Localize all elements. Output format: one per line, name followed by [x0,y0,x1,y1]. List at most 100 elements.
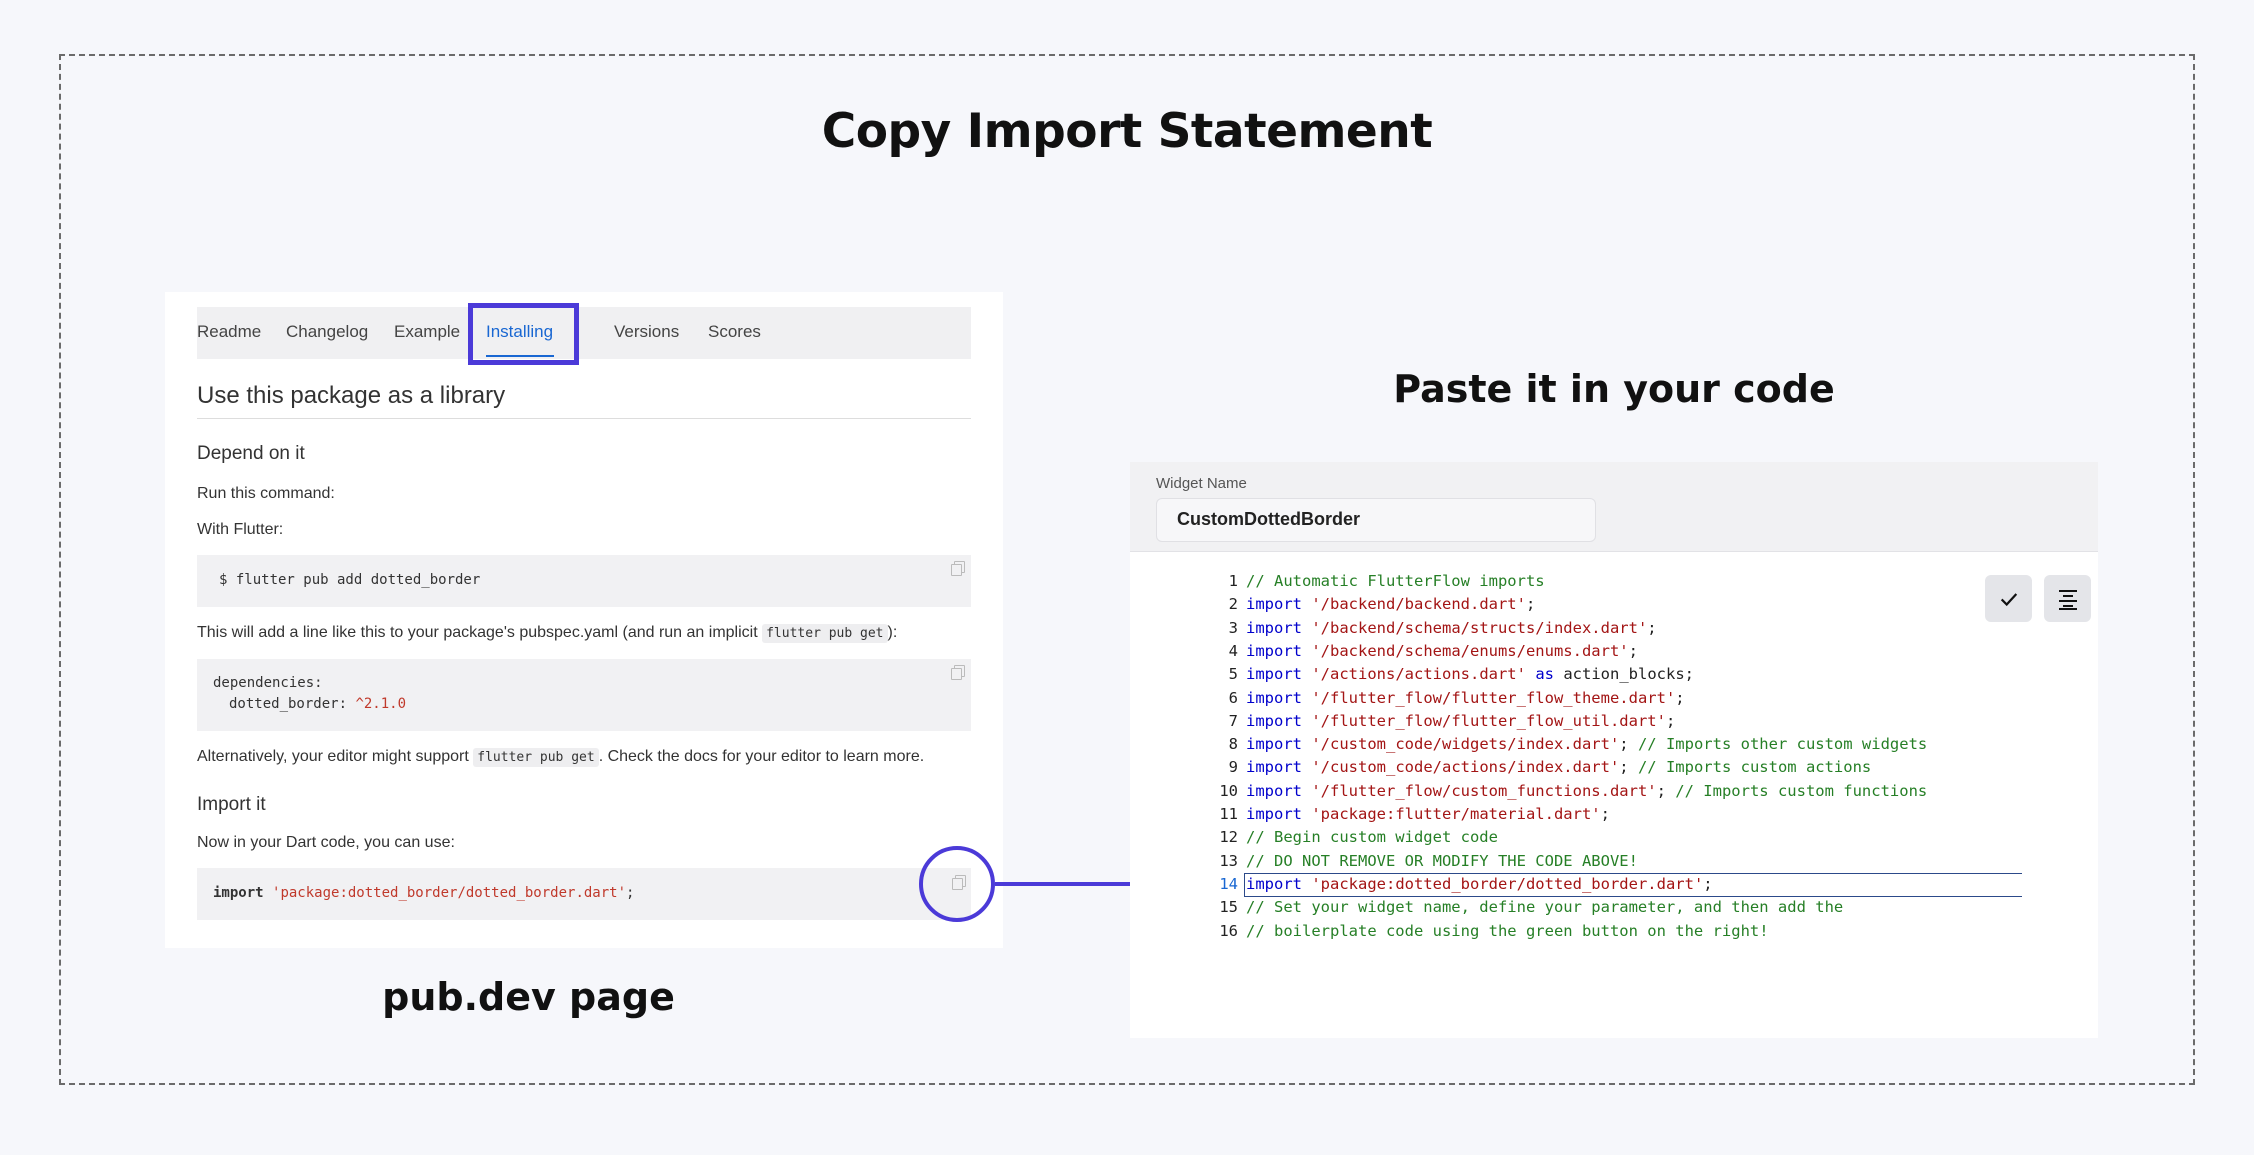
code-token: 'package:flutter/material.dart' [1311,805,1601,823]
pub-dev-caption: pub.dev page [382,975,675,1019]
code-token: import [1246,711,1302,730]
code-line: 16 // boilerplate code using the green bu… [1130,920,2098,943]
code-line: 14 import 'package:dotted_border/dotted_b… [1130,872,2098,897]
code-text: // Begin custom widget code [1246,826,1498,849]
code-text: // boilerplate code using the green butt… [1246,920,1769,943]
code-text: // DO NOT REMOVE OR MODIFY THE CODE ABOV… [1246,850,1638,873]
code-line: 13 // DO NOT REMOVE OR MODIFY THE CODE AB… [1130,850,2098,873]
copy-button-highlight-circle [919,846,995,922]
tab-example[interactable]: Example [394,322,460,342]
will-add-after: ): [887,624,898,641]
code-token: ; [1619,758,1638,777]
with-flutter-text: With Flutter: [197,521,284,538]
code-token: ; [1600,805,1610,823]
code-token: import [1246,688,1302,707]
code-token: ; [1647,618,1657,637]
code-token: ; [1628,641,1638,660]
alternative-text: Alternatively, your editor might support… [197,748,977,767]
import-code: import 'package:dotted_border/dotted_bor… [213,885,634,901]
code-text: import '/custom_code/widgets/index.dart'… [1246,733,1927,756]
code-text: // Set your widget name, define your par… [1246,896,1843,919]
tab-versions[interactable]: Versions [614,322,679,342]
code-token: // DO NOT REMOVE OR MODIFY THE CODE ABOV… [1246,851,1638,870]
code-text: import '/flutter_flow/custom_functions.d… [1246,780,1927,803]
deps-codebox: dependencies: dotted_border: ^2.1.0 [197,659,971,731]
code-text: import '/backend/schema/enums/enums.dart… [1246,640,1638,663]
will-add-text: This will add a line like this to your p… [197,624,977,643]
tab-changelog[interactable]: Changelog [286,322,368,342]
code-token: // boilerplate code using the green butt… [1246,921,1769,940]
code-token: '/backend/schema/enums/enums.dart' [1311,641,1629,660]
section-heading: Use this package as a library [197,382,506,409]
code-line: 9 import '/custom_code/actions/index.dart… [1130,756,2098,779]
widget-name-input[interactable]: CustomDottedBorder [1156,498,1596,542]
code-line: 5 import '/actions/actions.dart' as actio… [1130,663,2098,686]
line-number: 2 [1228,595,1238,614]
code-token: // Imports custom functions [1675,781,1928,800]
inline-code: flutter pub get [473,748,599,767]
code-token: '/flutter_flow/flutter_flow_util.dart' [1311,711,1666,730]
code-token: 'package:dotted_border/dotted_border.dar… [1311,874,1704,893]
code-line: 11 import 'package:flutter/material.dart'… [1130,803,2098,826]
line-number: 16 [1219,921,1238,940]
tab-scores[interactable]: Scores [708,322,761,342]
code-token: import [1246,641,1302,660]
editor-header: Widget Name CustomDottedBorder [1130,462,2098,552]
line-number: 13 [1219,851,1238,870]
alt-before: Alternatively, your editor might support [197,748,474,765]
line-number: 9 [1228,758,1238,777]
installing-tab-highlight [468,303,579,365]
code-line: 3 import '/backend/schema/structs/index.d… [1130,617,2098,640]
line-number: 6 [1228,688,1238,707]
code-token: import [1246,874,1302,893]
page-title: Copy Import Statement [821,104,1433,159]
code-token: '/actions/actions.dart' [1311,665,1526,684]
code-token: '/flutter_flow/custom_functions.dart' [1311,781,1657,800]
code-text: import '/flutter_flow/flutter_flow_theme… [1246,687,1685,710]
line-number: 12 [1219,828,1238,847]
line-number: 3 [1228,618,1238,637]
code-line: 1 // Automatic FlutterFlow imports [1130,570,2098,593]
copy-icon[interactable] [951,665,965,680]
import-codebox: import 'package:dotted_border/dotted_bor… [197,868,971,920]
tab-bar: Readme Changelog Example Installing Vers… [197,307,971,359]
code-token: '/backend/backend.dart' [1311,595,1526,614]
code-token: ; [1703,874,1713,893]
line-number: 14 [1219,874,1238,893]
pub-dev-panel: Readme Changelog Example Installing Vers… [165,292,1003,948]
copy-icon[interactable] [951,561,965,576]
code-line: 4 import '/backend/schema/enums/enums.dar… [1130,640,2098,663]
code-token: import [1246,735,1302,754]
code-token: ; [1525,595,1536,614]
line-number: 5 [1228,665,1238,684]
code-token: import [1246,758,1302,777]
import-heading: Import it [197,794,266,815]
code-token: as [1535,665,1554,684]
code-token: ; [1619,735,1638,754]
import-semicolon: ; [626,885,635,901]
run-command-text: Run this command: [197,485,335,502]
code-line: 15 // Set your widget name, define your p… [1130,896,2098,919]
line-number: 1 [1228,572,1238,590]
command-codebox: $ flutter pub add dotted_border [197,555,971,607]
paste-title: Paste it in your code [1393,367,1835,411]
code-text: import '/custom_code/actions/index.dart'… [1246,756,1871,779]
tab-readme[interactable]: Readme [197,322,261,342]
code-line: 2 import '/backend/backend.dart'; [1130,593,2098,616]
code-token: import [1246,618,1302,637]
code-text: import '/backend/schema/structs/index.da… [1246,617,1657,640]
code-text: import '/backend/backend.dart'; [1246,593,1535,616]
code-token: '/flutter_flow/flutter_flow_theme.dart' [1311,688,1676,707]
line-number: 8 [1228,735,1238,754]
code-line: 8 import '/custom_code/widgets/index.dart… [1130,733,2098,756]
code-text: import 'package:dotted_border/dotted_bor… [1246,873,1713,896]
deps-key: dependencies: [213,675,323,691]
